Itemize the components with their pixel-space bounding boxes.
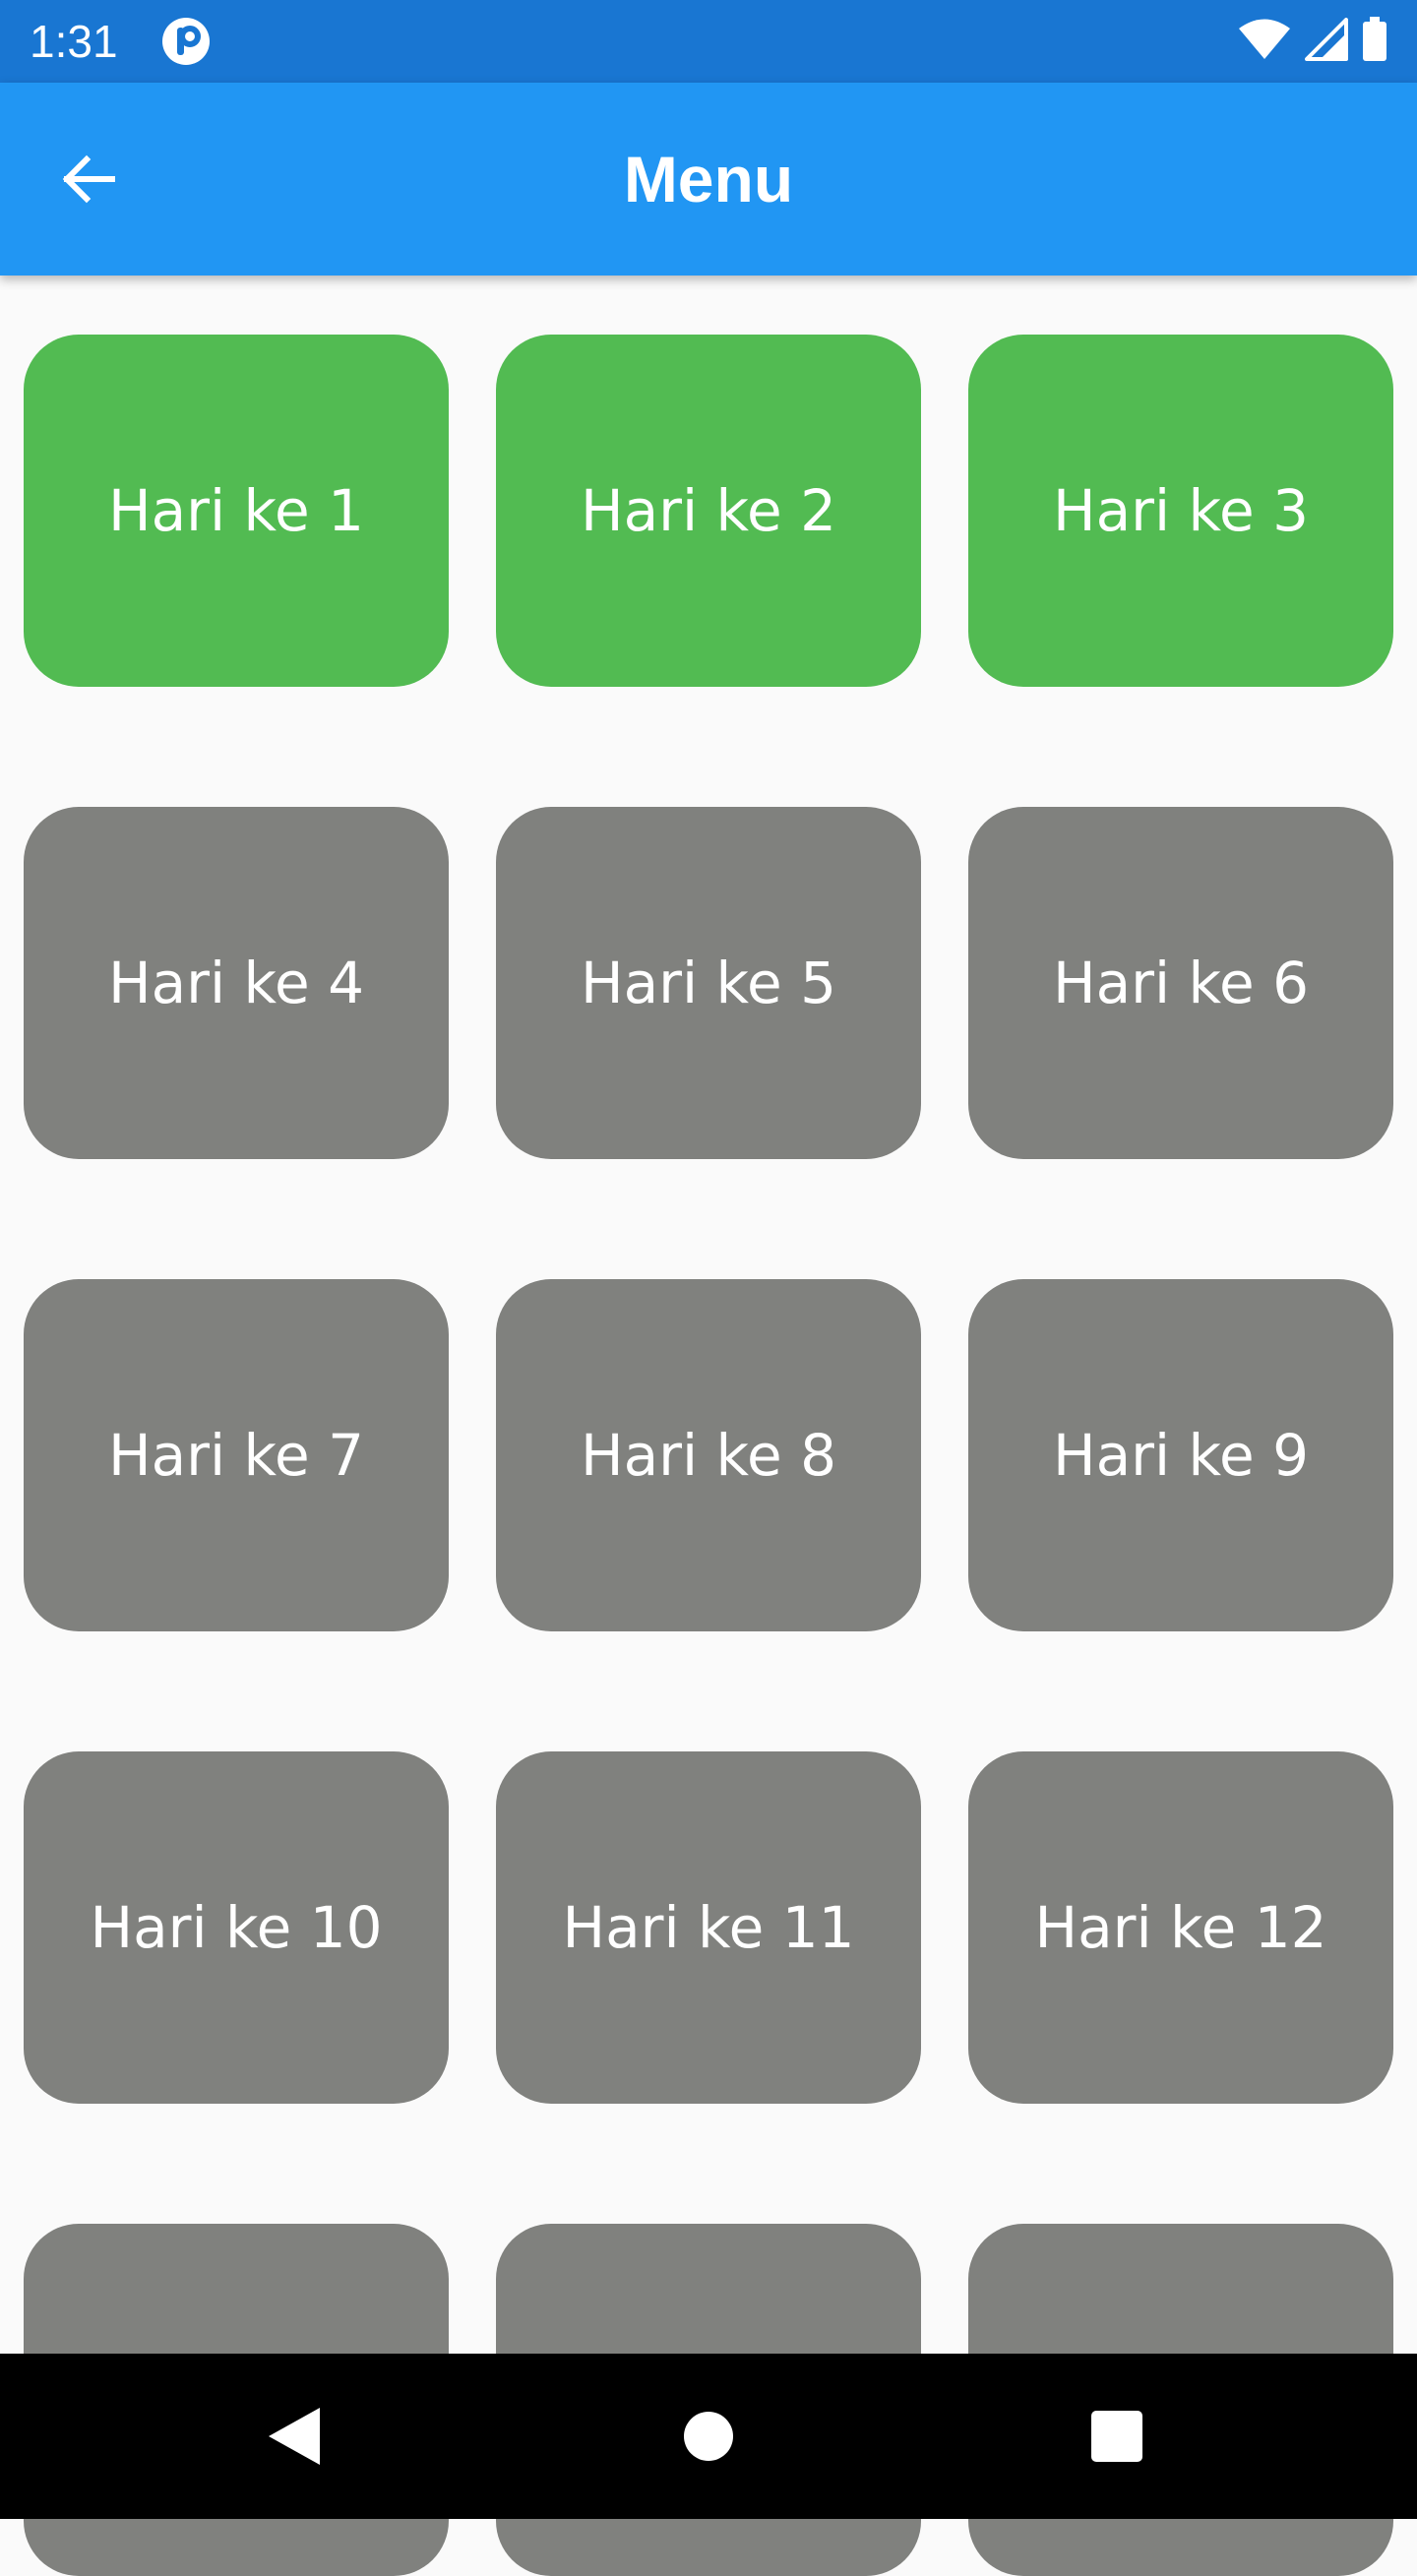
wifi-icon: [1238, 18, 1291, 66]
day-tile-label: Hari ke 8: [580, 1422, 837, 1489]
app-bar: Menu: [0, 83, 1417, 276]
day-tile[interactable]: Hari ke 2: [496, 335, 921, 687]
day-tile-label: Hari ke 6: [1052, 950, 1310, 1016]
day-tile-label: Hari ke 7: [107, 1422, 365, 1489]
day-tile[interactable]: Hari ke 3: [968, 335, 1393, 687]
day-tile[interactable]: Hari ke 7: [24, 1279, 449, 1631]
day-grid: Hari ke 1 Hari ke 2 Hari ke 3 Hari ke 4 Hari…: [24, 335, 1393, 2576]
app-notification-icon: [160, 16, 212, 67]
arrow-back-icon: [62, 154, 115, 204]
battery-icon: [1362, 16, 1387, 67]
day-tile-label: Hari ke 4: [107, 950, 365, 1016]
day-tile[interactable]: Hari ke 5: [496, 807, 921, 1159]
day-tile[interactable]: Hari ke 8: [496, 1279, 921, 1631]
nav-recents-button[interactable]: [1078, 2397, 1156, 2476]
day-tile[interactable]: Hari ke 9: [968, 1279, 1393, 1631]
day-tile[interactable]: Hari ke 1: [24, 335, 449, 687]
cell-signal-icon: [1305, 17, 1348, 66]
page-title: Menu: [623, 143, 794, 215]
nav-home-button[interactable]: [669, 2397, 748, 2476]
nav-home-icon: [684, 2412, 733, 2461]
day-tile-label: Hari ke 5: [580, 950, 837, 1016]
day-tile-label: Hari ke 3: [1052, 477, 1310, 544]
navigation-bar: [0, 2354, 1417, 2519]
day-tile[interactable]: Hari ke 12: [968, 1751, 1393, 2104]
nav-recents-icon: [1091, 2411, 1142, 2462]
day-tile-label: Hari ke 11: [562, 1894, 855, 1961]
day-tile-label: Hari ke 9: [1052, 1422, 1310, 1489]
status-icons: [1238, 16, 1387, 67]
day-tile-label: Hari ke 10: [90, 1894, 383, 1961]
day-tile-label: Hari ke 2: [580, 477, 837, 544]
day-tile[interactable]: Hari ke 4: [24, 807, 449, 1159]
nav-back-button[interactable]: [255, 2397, 334, 2476]
day-tile[interactable]: Hari ke 6: [968, 807, 1393, 1159]
day-tile[interactable]: Hari ke 11: [496, 1751, 921, 2104]
day-tile-label: Hari ke 1: [107, 477, 365, 544]
status-bar: 1:31: [0, 0, 1417, 83]
back-button[interactable]: [49, 140, 128, 218]
nav-back-icon: [269, 2408, 320, 2465]
status-time: 1:31: [30, 16, 118, 67]
day-tile[interactable]: Hari ke 10: [24, 1751, 449, 2104]
day-tile-label: Hari ke 12: [1034, 1894, 1327, 1961]
